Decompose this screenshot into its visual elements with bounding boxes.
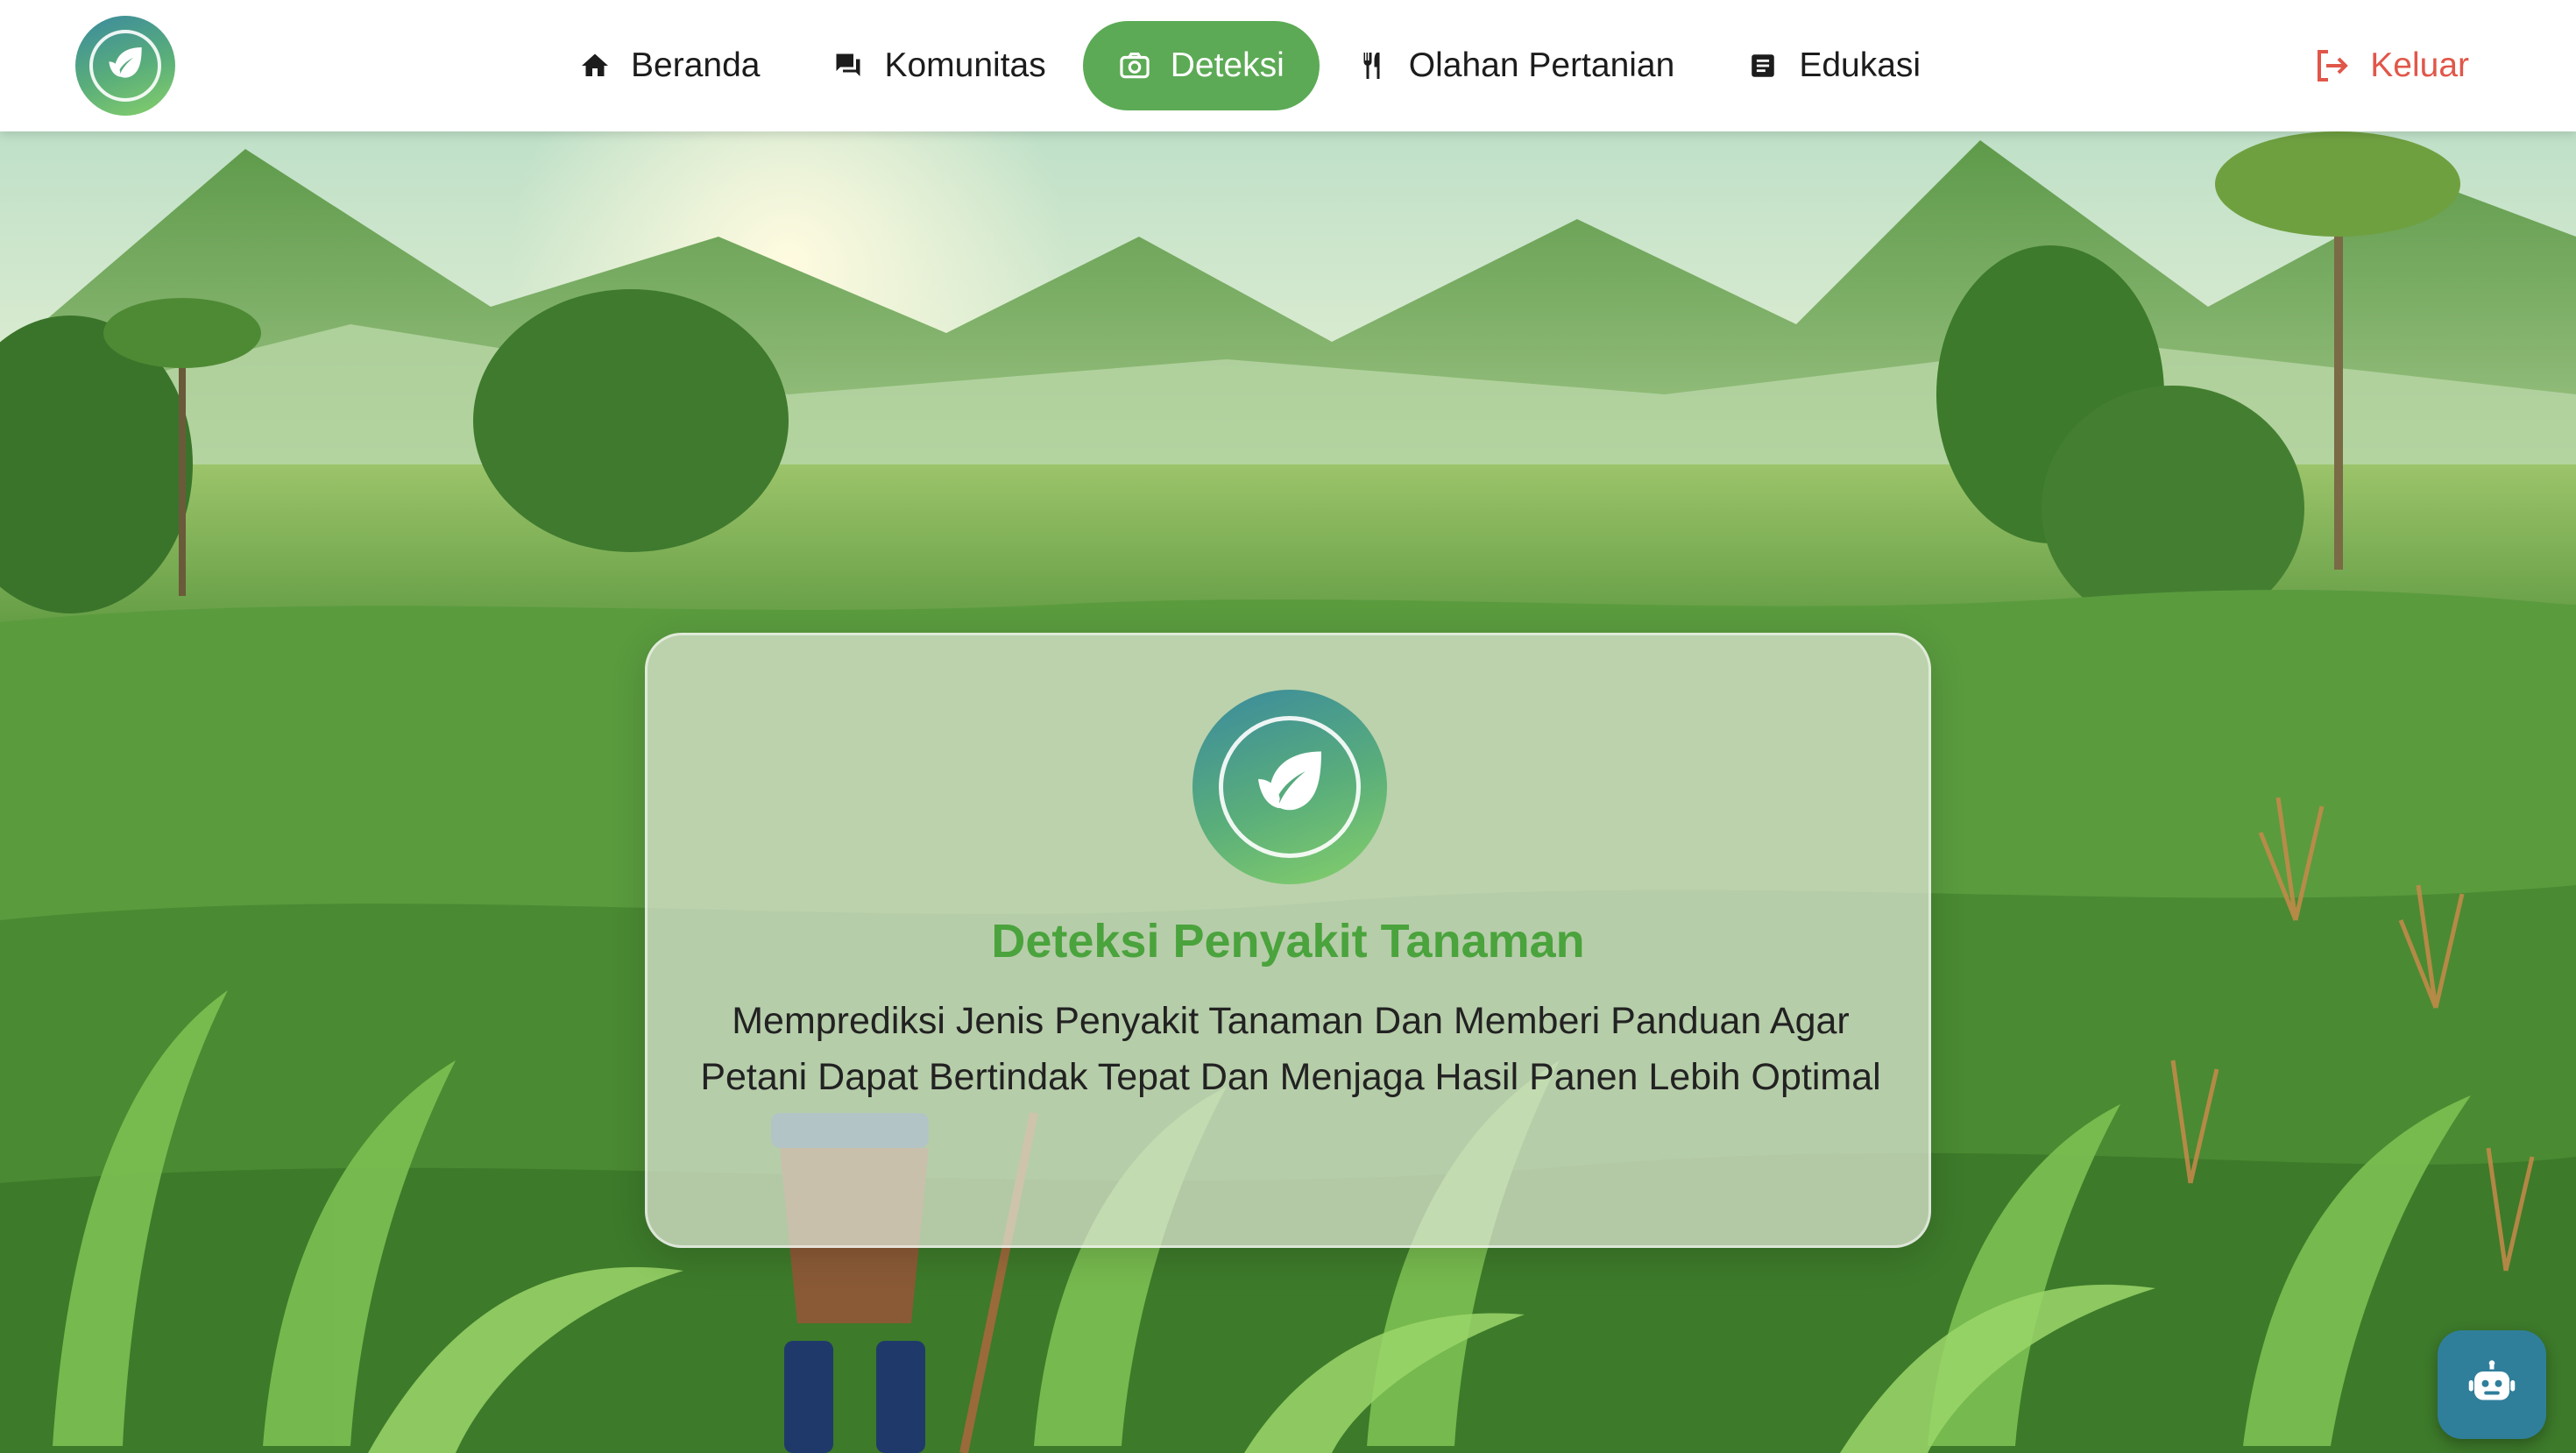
nav-label: Edukasi [1799, 46, 1921, 84]
logo-ring [89, 30, 161, 102]
nav-label: Olahan Pertanian [1408, 46, 1675, 84]
nav-item-edukasi[interactable]: Edukasi [1711, 21, 1956, 110]
article-icon [1746, 49, 1780, 82]
app-logo[interactable] [75, 16, 175, 116]
card-title: Deteksi Penyakit Tanaman [991, 915, 1585, 967]
main-nav: Beranda Komunitas Deteksi Olahan Pertani… [543, 21, 1957, 110]
logout-icon [2311, 45, 2353, 87]
nav-item-deteksi[interactable]: Deteksi [1082, 21, 1320, 110]
home-icon [578, 49, 612, 82]
logout-button[interactable]: Keluar [2311, 21, 2469, 110]
nav-label: Beranda [631, 46, 761, 84]
nav-label: Komunitas [884, 46, 1046, 84]
robot-icon [2468, 1360, 2516, 1400]
detection-info-card: Deteksi Penyakit Tanaman Memprediksi Jen… [645, 633, 1931, 1248]
camera-icon [1118, 49, 1151, 82]
logout-label: Keluar [2370, 46, 2469, 84]
leaf-icon [109, 47, 142, 78]
nav-label: Deteksi [1170, 46, 1284, 84]
card-logo [1192, 690, 1387, 884]
utensils-icon [1356, 49, 1390, 82]
navbar: Beranda Komunitas Deteksi Olahan Pertani… [0, 0, 2576, 131]
nav-item-komunitas[interactable]: Komunitas [796, 21, 1080, 110]
card-logo-ring [1219, 716, 1361, 858]
nav-item-olahan-pertanian[interactable]: Olahan Pertanian [1321, 21, 1710, 110]
hero-section: Deteksi Penyakit Tanaman Memprediksi Jen… [0, 131, 2576, 1453]
nav-item-beranda[interactable]: Beranda [543, 21, 795, 110]
chatbot-button[interactable] [2438, 1330, 2546, 1439]
card-description: Memprediksi Jenis Penyakit Tanaman Dan M… [700, 1000, 1881, 1098]
leaf-icon [1258, 751, 1321, 811]
forum-icon [832, 49, 865, 82]
